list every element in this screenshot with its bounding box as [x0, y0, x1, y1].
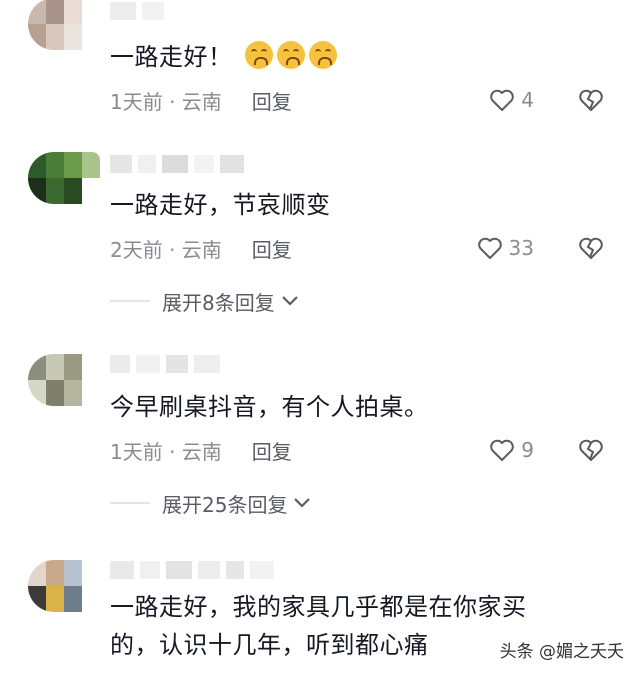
expand-replies-button[interactable]: 展开8条回复: [110, 286, 299, 316]
username-redacted[interactable]: [110, 155, 244, 173]
username-redacted[interactable]: [110, 561, 274, 579]
avatar[interactable]: [28, 0, 100, 50]
watermark: 头条 @媚之夭夭: [497, 637, 626, 662]
comment-text: 一路走好，节哀顺变: [110, 191, 331, 219]
like-button[interactable]: 9: [489, 438, 534, 462]
like-count: 4: [521, 88, 534, 112]
avatar[interactable]: [28, 560, 100, 612]
broken-heart-icon: [579, 89, 603, 111]
chevron-down-icon: [293, 497, 311, 509]
like-count: 33: [508, 236, 534, 260]
comment-meta: 1天前 · 云南 回复 9: [110, 435, 612, 465]
comment-time-location: 2天前 · 云南: [110, 237, 222, 262]
broken-heart-icon: [579, 439, 603, 461]
expand-replies-label: 展开25条回复: [162, 492, 288, 517]
reply-button[interactable]: 回复: [252, 86, 292, 115]
comment-text-line: 一路走好，我的家具几乎都是在你家买: [110, 593, 527, 621]
heart-outline-icon: [490, 89, 515, 111]
comment-text: 一路走好！: [110, 38, 590, 76]
username-redacted[interactable]: [110, 2, 164, 20]
like-count: 9: [521, 438, 534, 462]
like-button[interactable]: 33: [477, 236, 534, 260]
like-button[interactable]: 4: [489, 88, 534, 112]
expand-replies-button[interactable]: 展开25条回复: [110, 488, 311, 518]
divider-line: [110, 502, 150, 504]
comment-time-location: 1天前 · 云南: [110, 439, 222, 464]
crying-face-emoji-icon: [244, 41, 273, 69]
comment-time-location: 1天前 · 云南: [110, 89, 222, 114]
username-redacted[interactable]: [110, 355, 220, 373]
avatar[interactable]: [28, 152, 100, 204]
comment-meta: 1天前 · 云南 回复 4: [110, 85, 612, 115]
chevron-down-icon: [281, 295, 299, 307]
crying-face-emoji-icon: [308, 41, 337, 69]
avatar[interactable]: [28, 354, 100, 406]
expand-replies-label: 展开8条回复: [162, 290, 275, 315]
crying-face-emoji-icon: [276, 41, 305, 69]
heart-outline-icon: [490, 439, 515, 461]
reply-button[interactable]: 回复: [252, 436, 292, 465]
dislike-button[interactable]: [578, 438, 604, 462]
reply-button[interactable]: 回复: [252, 234, 292, 263]
dislike-button[interactable]: [578, 88, 604, 112]
heart-outline-icon: [477, 237, 502, 259]
dislike-button[interactable]: [578, 236, 604, 260]
divider-line: [110, 300, 150, 302]
comment-text-content: 一路走好！: [110, 43, 233, 71]
comment-text: 今早刷桌抖音，有个人拍桌。: [110, 393, 429, 421]
comment-meta: 2天前 · 云南 回复 33: [110, 233, 612, 263]
broken-heart-icon: [579, 237, 603, 259]
